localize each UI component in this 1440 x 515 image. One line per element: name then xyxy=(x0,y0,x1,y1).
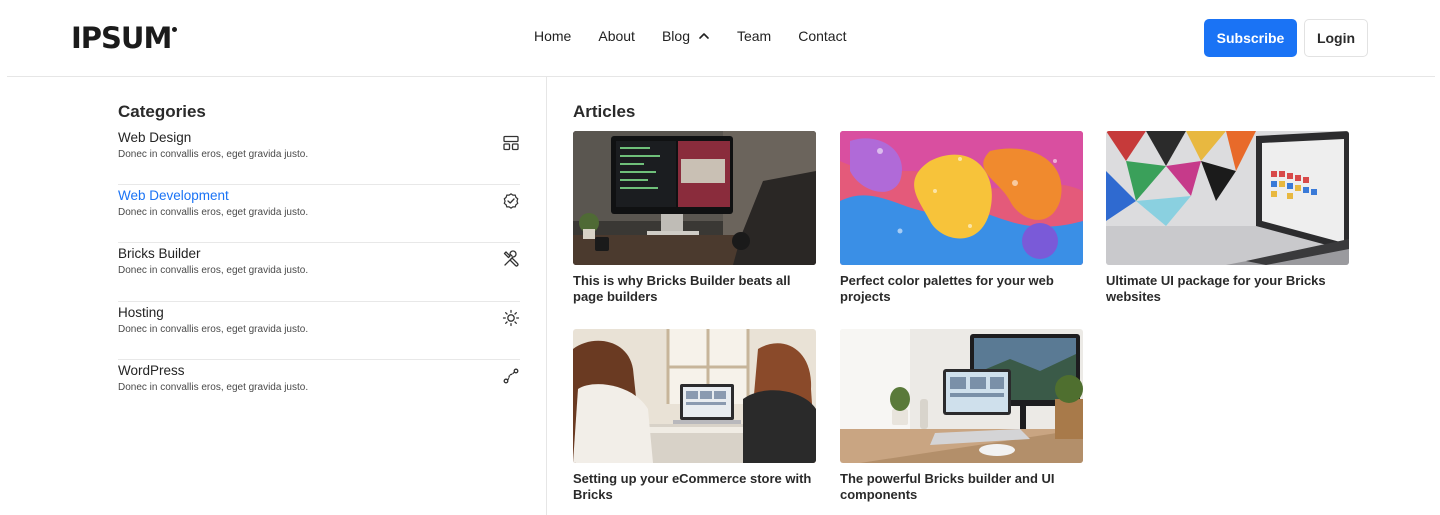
article-card[interactable]: The powerful Bricks builder and UI compo… xyxy=(840,329,1083,502)
article-thumbnail xyxy=(573,329,816,463)
nav-about[interactable]: About xyxy=(598,26,635,46)
login-button[interactable]: Login xyxy=(1304,19,1368,57)
article-thumbnail xyxy=(840,131,1083,265)
category-name: Web Development xyxy=(118,188,229,204)
article-card[interactable]: Perfect color palettes for your web proj… xyxy=(840,131,1083,304)
category-name: Bricks Builder xyxy=(118,246,201,262)
nav-contact[interactable]: Contact xyxy=(798,26,846,46)
nav-blog[interactable]: Blog xyxy=(662,26,710,46)
logo-dot xyxy=(172,27,178,32)
categories-list: Web Design Donec in convallis eros, eget… xyxy=(118,127,520,418)
tools-icon xyxy=(502,250,520,268)
category-description: Donec in convallis eros, eget gravida ju… xyxy=(118,149,309,160)
logo-text: IPSUM xyxy=(71,21,172,55)
article-title: The powerful Bricks builder and UI compo… xyxy=(840,471,1055,502)
article-thumbnail xyxy=(1106,131,1349,265)
article-title: Ultimate UI package for your Bricks webs… xyxy=(1106,273,1326,304)
chevron-up-icon xyxy=(699,33,709,39)
article-thumbnail xyxy=(573,131,816,265)
logo[interactable]: IPSUM xyxy=(71,21,178,55)
category-item-web-design[interactable]: Web Design Donec in convallis eros, eget… xyxy=(118,127,520,186)
category-description: Donec in convallis eros, eget gravida ju… xyxy=(118,381,309,393)
site-header: IPSUM Home About Blog Team Contact Subsc… xyxy=(0,0,1440,76)
article-title: Perfect color palettes for your web proj… xyxy=(840,273,1054,304)
categories-heading: Categories xyxy=(118,102,206,121)
main-nav: Home About Blog Team Contact xyxy=(534,26,846,46)
column-divider xyxy=(546,77,547,515)
article-thumbnail xyxy=(840,329,1083,463)
route-icon xyxy=(502,367,520,385)
category-item-hosting[interactable]: Hosting Donec in convallis eros, eget gr… xyxy=(118,302,520,360)
category-item-bricks-builder[interactable]: Bricks Builder Donec in convallis eros, … xyxy=(118,243,520,302)
category-name: Web Design xyxy=(118,130,192,145)
header-divider xyxy=(7,76,1435,77)
article-card[interactable]: This is why Bricks Builder beats all pag… xyxy=(573,131,816,304)
nav-team[interactable]: Team xyxy=(737,26,771,46)
article-card[interactable]: Setting up your eCommerce store with Bri… xyxy=(573,329,816,502)
badge-check-icon xyxy=(502,192,520,210)
category-item-web-development[interactable]: Web Development Donec in convallis eros,… xyxy=(118,185,520,244)
category-description: Donec in convallis eros, eget gravida ju… xyxy=(118,265,309,277)
nav-home[interactable]: Home xyxy=(534,26,571,46)
article-title: Setting up your eCommerce store with Bri… xyxy=(573,471,812,502)
category-name: WordPress xyxy=(118,362,185,378)
nav-blog-label: Blog xyxy=(661,28,690,44)
subscribe-button[interactable]: Subscribe xyxy=(1204,19,1297,57)
layout-icon xyxy=(502,134,520,152)
category-name: Hosting xyxy=(118,304,164,320)
category-description: Donec in convallis eros, eget gravida ju… xyxy=(118,207,309,219)
sun-icon xyxy=(502,309,520,327)
article-card[interactable]: Ultimate UI package for your Bricks webs… xyxy=(1106,131,1349,304)
category-description: Donec in convallis eros, eget gravida ju… xyxy=(118,323,309,335)
articles-heading: Articles xyxy=(573,102,636,121)
category-item-wordpress[interactable]: WordPress Donec in convallis eros, eget … xyxy=(118,360,520,418)
article-title: This is why Bricks Builder beats all pag… xyxy=(573,273,791,304)
